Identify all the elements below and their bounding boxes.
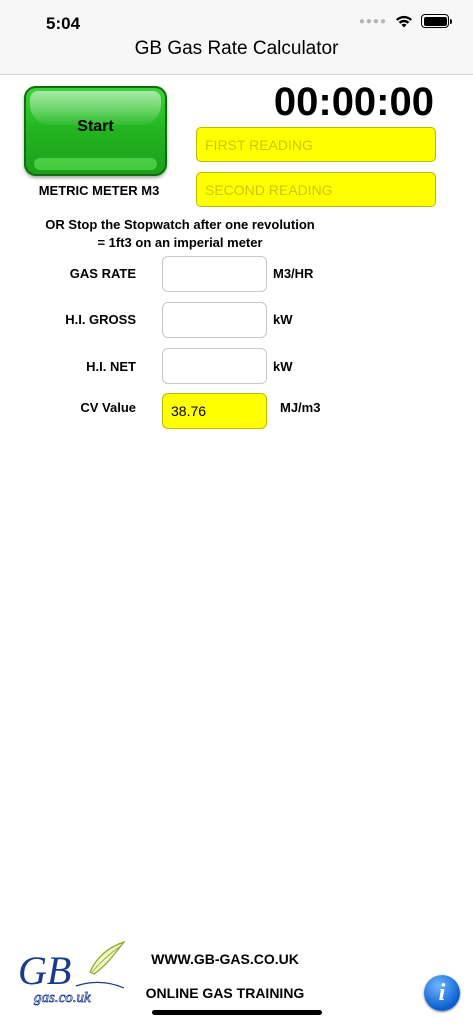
instruction-line-1: OR Stop the Stopwatch after one revoluti… <box>45 217 315 232</box>
gas-rate-label: GAS RATE <box>69 266 136 281</box>
signal-icon: ●●●● <box>358 15 387 27</box>
instruction-text: OR Stop the Stopwatch after one revoluti… <box>0 216 360 252</box>
page-title: GB Gas Rate Calculator <box>134 38 339 59</box>
info-button[interactable]: i <box>424 975 460 1011</box>
cv-value-unit: MJ/m3 <box>280 400 321 415</box>
gb-gas-logo[interactable]: GB gas.co.uk <box>16 940 128 1010</box>
logo-graphic: GB gas.co.uk <box>18 940 126 1006</box>
cv-value-field[interactable] <box>162 393 267 429</box>
hi-gross-field[interactable] <box>162 302 267 338</box>
hi-net-label: H.I. NET <box>86 359 136 374</box>
hi-gross-label: H.I. GROSS <box>65 312 136 327</box>
status-time: 5:04 <box>46 14 81 33</box>
status-bar: 5:04 ●●●● <box>0 0 473 36</box>
hi-net-field[interactable] <box>162 348 267 384</box>
hi-net-unit: kW <box>273 359 293 374</box>
logo-text: GB <box>18 948 71 993</box>
logo-subtext: gas.co.uk <box>34 990 91 1006</box>
instruction-line-2: = 1ft3 on an imperial meter <box>97 235 263 250</box>
start-button[interactable]: Start <box>24 86 167 176</box>
gas-rate-unit: M3/HR <box>273 266 314 281</box>
training-tagline: ONLINE GAS TRAINING <box>145 985 305 1001</box>
stopwatch-timer: 00:00:00 <box>273 80 434 124</box>
wifi-icon <box>396 15 412 27</box>
home-indicator <box>152 1010 322 1015</box>
metric-meter-label: METRIC METER M3 <box>38 183 160 198</box>
hi-gross-unit: kW <box>273 312 293 327</box>
first-reading-input[interactable] <box>196 127 436 162</box>
navigation-bar: GB Gas Rate Calculator <box>0 36 473 75</box>
status-icons: ●●●● <box>358 14 452 28</box>
cv-value-label: CV Value <box>80 400 136 415</box>
start-button-label: Start <box>77 118 114 135</box>
gas-rate-field[interactable] <box>162 256 267 292</box>
second-reading-input[interactable] <box>196 172 436 207</box>
info-icon: i <box>438 979 446 1006</box>
battery-icon <box>421 14 452 28</box>
website-link[interactable]: WWW.GB-GAS.CO.UK <box>130 951 320 967</box>
